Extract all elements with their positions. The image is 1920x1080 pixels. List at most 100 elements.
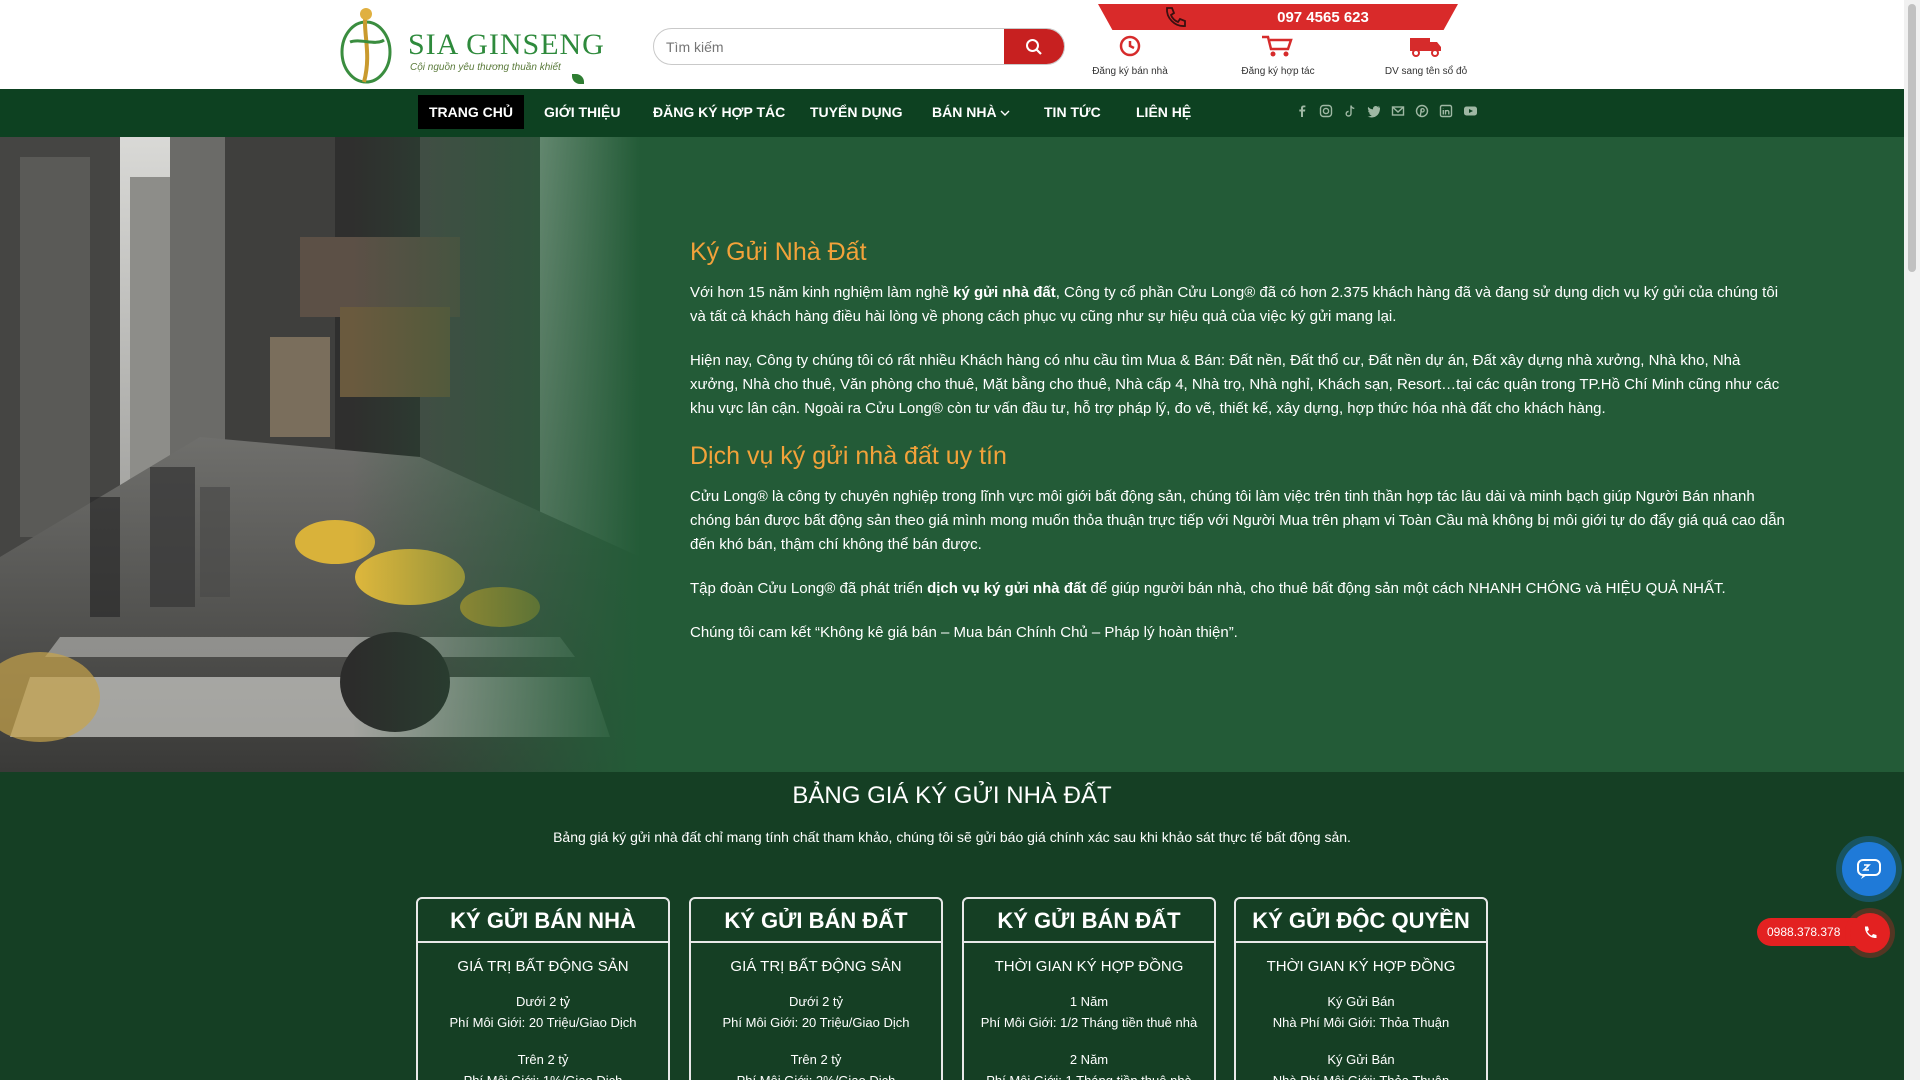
card-block: Trên 2 tỷ Phí Môi Giới: 1%/Giao Dịch <box>418 1049 668 1080</box>
logo-tagline: Cội nguồn yêu thương thuần khiết <box>410 62 561 73</box>
card-line: Trên 2 tỷ <box>517 1052 569 1067</box>
clock-icon <box>1119 35 1141 57</box>
twitter-icon[interactable] <box>1366 103 1382 119</box>
pinterest-icon[interactable] <box>1414 103 1430 119</box>
tiktok-icon[interactable] <box>1342 103 1358 119</box>
card-block: Dưới 2 tỷ Phí Môi Giới: 20 Triệu/Giao Dị… <box>418 991 668 1033</box>
card-block: Dưới 2 tỷ Phí Môi Giới: 20 Triệu/Giao Dị… <box>691 991 941 1033</box>
call-button[interactable] <box>1850 913 1890 953</box>
card-block: 2 Năm Phí Môi Giới: 1 Tháng tiền thuê nh… <box>964 1049 1214 1080</box>
truck-icon <box>1410 38 1441 57</box>
email-icon[interactable] <box>1390 103 1406 119</box>
linkedin-icon[interactable] <box>1438 103 1454 119</box>
card-line: Phí Môi Giới: 1%/Giao Dịch <box>418 1070 668 1080</box>
nav-sell-house-label: BÁN NHÀ <box>932 104 997 120</box>
card-line: Ký Gửi Bán <box>1327 1052 1395 1067</box>
commitment-text: Chúng tôi cam kết “Không kê giá bán – Mu… <box>690 624 1238 641</box>
card-block: 1 Năm Phí Môi Giới: 1/2 Tháng tiền thuê … <box>964 991 1214 1033</box>
card-line: Trên 2 tỷ <box>790 1052 842 1067</box>
hero-paragraph: Hiện nay, Công ty chúng tôi có rất nhiều… <box>690 352 1780 417</box>
main-nav: TRANG CHỦ GIỚI THIỆU ĐĂNG KÝ HỢP TÁC TUY… <box>0 89 1904 137</box>
hero-paragraph: Tập đoàn Cửu Long® đã phát triển dịch vụ… <box>690 577 1785 601</box>
scrollbar-thumb[interactable] <box>1908 4 1916 272</box>
leaf-icon <box>572 74 584 84</box>
nav-sell-house[interactable]: BÁN NHÀ <box>921 95 1021 129</box>
text-span: để giúp người bán nhà, cho thuê bất động… <box>1086 580 1726 597</box>
site-logo[interactable]: SIA GINSENG Cội nguồn yêu thương thuần k… <box>336 2 604 88</box>
chevron-down-icon <box>1000 110 1010 116</box>
card-line: 2 Năm <box>1069 1052 1109 1067</box>
card-title: KÝ GỬI ĐỘC QUYỀN <box>1236 899 1486 943</box>
feature-sell-house[interactable]: Đăng ký bán nhà <box>1060 34 1200 77</box>
pricing-title: BẢNG GIÁ KÝ GỬI NHÀ ĐẤT <box>792 782 1112 809</box>
card-block: Ký Gửi Bán Nhà Phí Môi Giới: Thỏa Thuận <box>1236 991 1486 1033</box>
text-span: Với hơn 15 năm kinh nghiệm làm nghề <box>690 284 954 301</box>
card-block: Ký Gửi Bán Nhà Phí Môi Giới: Thỏa Thuận <box>1236 1049 1486 1080</box>
price-card: KÝ GỬI BÁN NHÀ GIÁ TRỊ BẤT ĐỘNG SẢN Dưới… <box>416 897 670 1080</box>
card-subtitle: GIÁ TRỊ BẤT ĐỘNG SẢN <box>730 958 902 975</box>
search-box <box>653 28 1065 65</box>
card-line: Phí Môi Giới: 20 Triệu/Giao Dịch <box>449 1015 637 1030</box>
card-line: Nhà Phí Môi Giới: Thỏa Thuận <box>1272 1015 1450 1030</box>
pricing-subtitle: Bảng giá ký gửi nhà đất chỉ mang tính ch… <box>553 829 1351 845</box>
facebook-icon[interactable] <box>1294 103 1310 119</box>
nav-about[interactable]: GIỚI THIỆU <box>533 95 632 129</box>
feature-partner[interactable]: Đăng ký hợp tác <box>1208 34 1348 77</box>
text-span: Tập đoàn Cửu Long® đã phát triển <box>690 580 928 597</box>
hero-section: Ký Gửi Nhà Đất Với hơn 15 năm kinh nghiệ… <box>0 137 1904 772</box>
nav-partner[interactable]: ĐĂNG KÝ HỢP TÁC <box>642 95 796 129</box>
card-line: 1 Năm <box>1069 994 1109 1009</box>
youtube-icon[interactable] <box>1462 103 1478 119</box>
zalo-chat-button[interactable] <box>1842 842 1896 896</box>
card-subtitle: THỜI GIAN KÝ HỢP ĐỒNG <box>994 958 1184 975</box>
card-line: Dưới 2 tỷ <box>515 994 571 1009</box>
search-input[interactable] <box>654 29 1006 64</box>
card-subtitle: THỜI GIAN KÝ HỢP ĐỒNG <box>1266 958 1456 975</box>
hero-paragraph: Với hơn 15 năm kinh nghiệm làm nghề ký g… <box>690 281 1785 329</box>
chat-icon <box>1857 859 1881 879</box>
page-scrollbar[interactable] <box>1904 0 1920 1080</box>
phone-icon <box>1864 926 1877 939</box>
pricing-section: BẢNG GIÁ KÝ GỬI NHÀ ĐẤT Bảng giá ký gửi … <box>0 772 1904 1080</box>
site-header: SIA GINSENG Cội nguồn yêu thương thuần k… <box>0 0 1904 89</box>
card-line: Phí Môi Giới: 1/2 Tháng tiền thuê nhà <box>980 1015 1198 1030</box>
card-line: Ký Gửi Bán <box>1327 994 1395 1009</box>
phone-icon <box>1166 7 1186 27</box>
feature-label: Đăng ký bán nhà <box>1092 66 1168 77</box>
nav-jobs[interactable]: TUYỂN DỤNG <box>799 95 914 129</box>
ginseng-logo-icon <box>340 8 392 84</box>
logo-name: SIA GINSENG <box>408 28 605 61</box>
price-card: KÝ GỬI BÁN ĐẤT THỜI GIAN KÝ HỢP ĐỒNG 1 N… <box>962 897 1216 1080</box>
social-links <box>1294 103 1478 119</box>
instagram-icon[interactable] <box>1318 103 1334 119</box>
feature-transfer[interactable]: DV sang tên sổ đỏ <box>1356 34 1496 77</box>
bold-text: ký gửi nhà đất <box>953 284 1056 301</box>
feature-label: DV sang tên sổ đỏ <box>1384 66 1468 77</box>
card-title: KÝ GỬI BÁN NHÀ <box>418 899 668 943</box>
price-card: KÝ GỬI BÁN ĐẤT GIÁ TRỊ BẤT ĐỘNG SẢN Dưới… <box>689 897 943 1080</box>
card-line: Phí Môi Giới: 2%/Giao Dịch <box>691 1070 941 1080</box>
hotline-banner[interactable]: 097 4565 623 <box>1098 4 1458 30</box>
bold-text: dịch vụ ký gửi nhà đất <box>927 580 1087 597</box>
city-street-image <box>0 137 640 772</box>
card-line: Phí Môi Giới: 20 Triệu/Giao Dịch <box>722 1015 910 1030</box>
feature-label: Đăng ký hợp tác <box>1241 66 1315 77</box>
hero-paragraph: Cửu Long® là công ty chuyên nghiệp trong… <box>690 488 1785 553</box>
cart-icon <box>1262 35 1293 57</box>
price-card: KÝ GỬI ĐỘC QUYỀN THỜI GIAN KÝ HỢP ĐỒNG K… <box>1234 897 1488 1080</box>
card-title: KÝ GỬI BÁN ĐẤT <box>964 899 1214 943</box>
card-block: Trên 2 tỷ Phí Môi Giới: 2%/Giao Dịch <box>691 1049 941 1080</box>
hotline-number: 097 4565 623 <box>1277 8 1369 26</box>
nav-news[interactable]: TIN TỨC <box>1033 95 1112 129</box>
nav-home[interactable]: TRANG CHỦ <box>418 95 524 129</box>
card-line: Phí Môi Giới: 1 Tháng tiền thuê nhà <box>964 1070 1214 1080</box>
hero-content: Ký Gửi Nhà Đất Với hơn 15 năm kinh nghiệ… <box>690 237 1785 665</box>
card-line: Nhà Phí Môi Giới: Thỏa Thuận <box>1236 1070 1486 1080</box>
service-heading: Dịch vụ ký gửi nhà đất uy tín <box>690 442 1007 470</box>
search-button[interactable] <box>1004 29 1064 64</box>
card-line: Dưới 2 tỷ <box>788 994 844 1009</box>
card-title: KÝ GỬI BÁN ĐẤT <box>691 899 941 943</box>
hero-heading: Ký Gửi Nhà Đất <box>690 238 867 266</box>
card-subtitle: GIÁ TRỊ BẤT ĐỘNG SẢN <box>457 958 629 975</box>
nav-contact[interactable]: LIÊN HỆ <box>1125 95 1202 129</box>
